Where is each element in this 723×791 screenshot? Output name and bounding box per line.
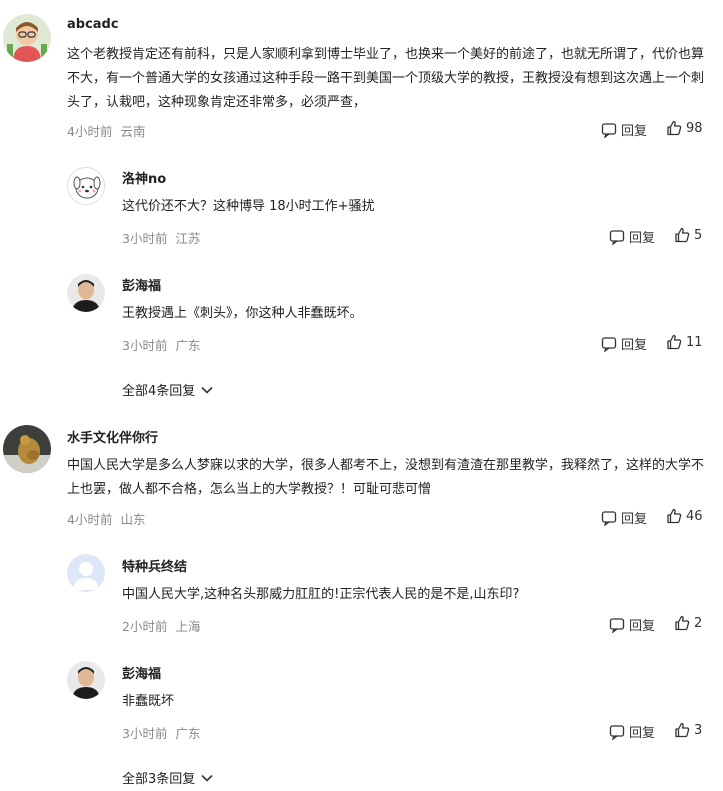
chevron-down-icon [201, 774, 213, 782]
reply-label: 回复 [629, 231, 656, 246]
comment-icon [609, 617, 625, 633]
comment-meta: 2小时前 上海 [122, 616, 200, 635]
thumbs-up-icon [675, 722, 690, 738]
reply-label: 回复 [629, 619, 656, 634]
comment-meta: 3小时前 广东 [122, 723, 200, 742]
reply-label: 回复 [621, 124, 648, 139]
dog-cartoon-avatar-icon [68, 168, 104, 204]
location: 上海 [175, 619, 201, 634]
comment-text: 这个老教授肯定还有前科，只是人家顺利拿到博士毕业了，也换来一个美好的前途了，也就… [67, 47, 705, 110]
expand-replies-label: 全部3条回复 [122, 772, 196, 787]
username[interactable]: 洛神no [122, 168, 166, 187]
like-count: 11 [686, 334, 703, 350]
username[interactable]: 彭海福 [122, 275, 161, 294]
expand-replies-button[interactable]: 全部4条回复 [122, 380, 214, 399]
avatar[interactable] [3, 425, 51, 473]
like-button[interactable]: 5 [674, 227, 702, 243]
like-button[interactable]: 98 [666, 120, 703, 136]
username[interactable]: 特种兵终结 [122, 556, 187, 575]
like-button[interactable]: 11 [666, 334, 703, 350]
location: 山东 [120, 512, 146, 527]
timestamp: 3小时前 [122, 726, 168, 741]
username[interactable]: abcadc [67, 17, 119, 32]
comment-icon [609, 724, 625, 740]
reply-label: 回复 [621, 512, 648, 527]
comment-icon [601, 122, 617, 138]
person-photo-avatar-icon [67, 274, 105, 312]
avatar[interactable] [67, 661, 105, 699]
reply-button[interactable]: 回复 [609, 722, 655, 741]
location: 广东 [175, 338, 201, 353]
cartoon-avatar-icon [3, 14, 51, 62]
chevron-down-icon [201, 386, 213, 394]
comment-meta: 4小时前 云南 [67, 121, 145, 140]
like-button[interactable]: 2 [674, 615, 702, 631]
expand-replies-label: 全部4条回复 [122, 384, 196, 399]
like-button[interactable]: 3 [674, 722, 702, 738]
timestamp: 4小时前 [67, 512, 113, 527]
username[interactable]: 彭海福 [122, 663, 161, 682]
default-user-avatar-icon [67, 554, 105, 592]
thumbs-up-icon [667, 508, 682, 524]
timestamp: 3小时前 [122, 231, 168, 246]
reply-button[interactable]: 回复 [601, 120, 647, 139]
comment-text: 非蠢既坏 [122, 694, 175, 709]
like-count: 46 [686, 508, 703, 524]
location: 广东 [175, 726, 201, 741]
like-count: 5 [694, 227, 703, 243]
timestamp: 4小时前 [67, 124, 113, 139]
reply-label: 回复 [621, 338, 648, 353]
comment-text: 中国人民大学,这种名头那威力肛肛的!正宗代表人民的是不是,山东印? [122, 587, 520, 602]
avatar[interactable] [67, 274, 105, 312]
person-photo-avatar-icon [67, 661, 105, 699]
location: 云南 [120, 124, 146, 139]
comment-meta: 4小时前 山东 [67, 509, 145, 528]
like-button[interactable]: 46 [666, 508, 703, 524]
comment-meta: 3小时前 江苏 [122, 228, 200, 247]
timestamp: 2小时前 [122, 619, 168, 634]
comment-text: 这代价还不大？这种博导 18小时工作+骚扰 [122, 199, 375, 214]
avatar[interactable] [67, 167, 105, 205]
expand-replies-button[interactable]: 全部3条回复 [122, 768, 214, 787]
like-count: 3 [694, 722, 703, 738]
comment-text: 中国人民大学是多么人梦寐以求的大学，很多人都考不上，没想到有渣渣在那里教学，我释… [67, 458, 705, 497]
comment-icon [609, 229, 625, 245]
thumbs-up-icon [667, 120, 682, 136]
comment-text: 王教授遇上《刺头》，你这种人非蠢既坏。 [122, 306, 363, 321]
comment-icon [601, 336, 617, 352]
thumbs-up-icon [675, 615, 690, 631]
comment-icon [601, 510, 617, 526]
like-count: 2 [694, 615, 703, 631]
location: 江苏 [175, 231, 201, 246]
username[interactable]: 水手文化伴你行 [67, 427, 158, 446]
statue-photo-avatar-icon [3, 425, 51, 473]
reply-button[interactable]: 回复 [601, 334, 647, 353]
reply-label: 回复 [629, 726, 656, 741]
comment-meta: 3小时前 广东 [122, 335, 200, 354]
reply-button[interactable]: 回复 [601, 508, 647, 527]
reply-button[interactable]: 回复 [609, 615, 655, 634]
timestamp: 3小时前 [122, 338, 168, 353]
avatar[interactable] [3, 14, 51, 62]
reply-button[interactable]: 回复 [609, 227, 655, 246]
thumbs-up-icon [675, 227, 690, 243]
like-count: 98 [686, 120, 703, 136]
thumbs-up-icon [667, 334, 682, 350]
avatar[interactable] [67, 554, 105, 592]
